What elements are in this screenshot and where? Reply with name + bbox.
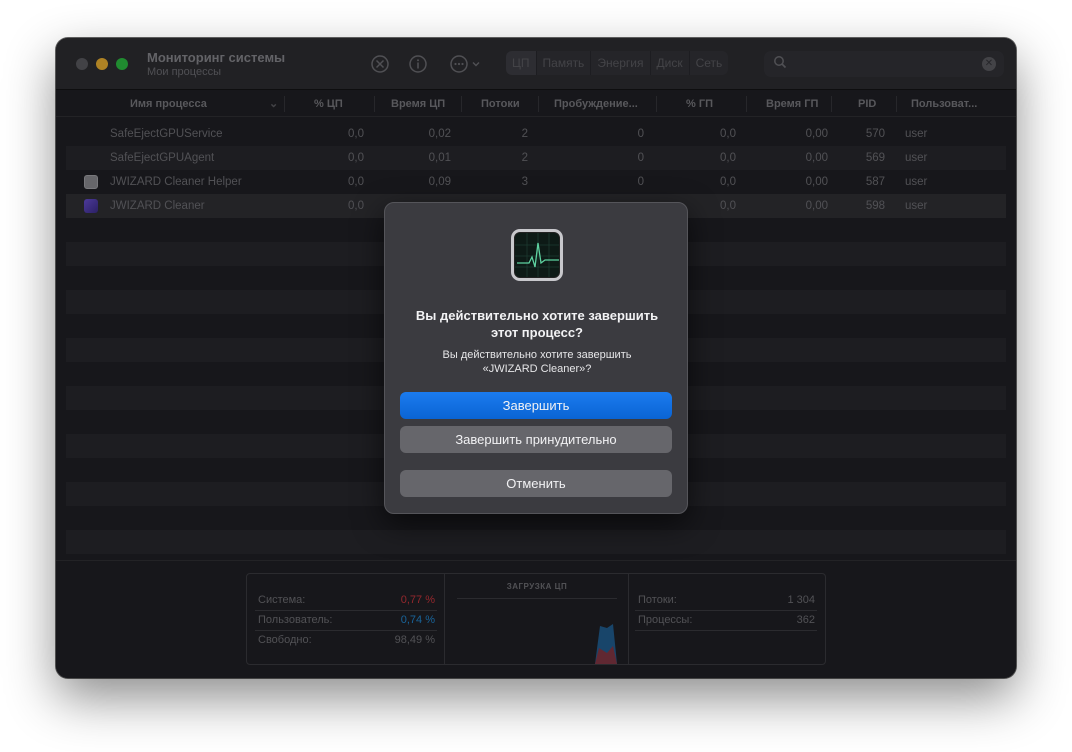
- dialog-message-line-2: «JWIZARD Cleaner»?: [482, 363, 592, 375]
- activity-monitor-window: Мониторинг системы Мои процессы ЦП Памят…: [56, 38, 1016, 678]
- force-quit-button[interactable]: Завершить принудительно: [400, 426, 672, 453]
- dialog-title: Вы действительно хотите завершить этот п…: [415, 308, 659, 340]
- activity-monitor-icon: [511, 229, 563, 281]
- quit-button[interactable]: Завершить: [400, 392, 672, 419]
- dialog-message-line-1: Вы действительно хотите завершить: [442, 349, 632, 361]
- quit-process-dialog: Вы действительно хотите завершить этот п…: [384, 202, 688, 514]
- cancel-button[interactable]: Отменить: [400, 470, 672, 497]
- dialog-message: Вы действительно хотите завершить «JWIZA…: [401, 348, 673, 376]
